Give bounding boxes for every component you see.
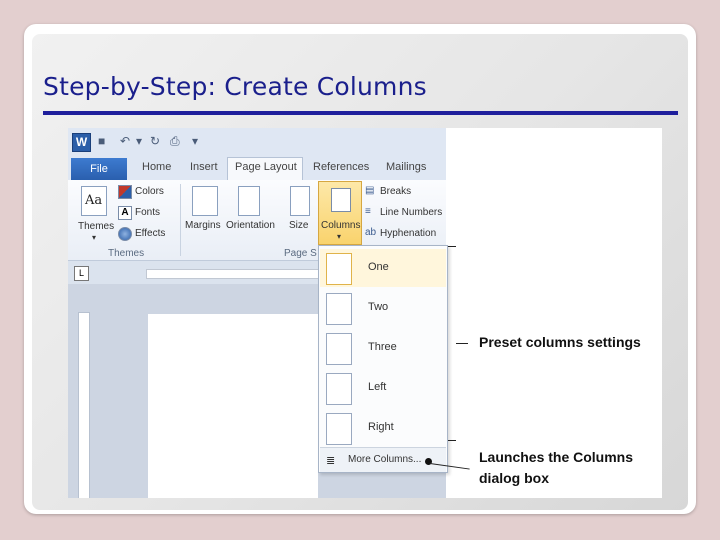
size-button[interactable]: Size bbox=[289, 220, 308, 231]
slide-title: Step-by-Step: Create Columns bbox=[43, 72, 427, 101]
page-setup-group-label: Page S bbox=[284, 248, 317, 259]
columns-option-right[interactable]: Right bbox=[320, 409, 446, 447]
columns-button[interactable]: Columns ▾ bbox=[318, 181, 362, 245]
option-label: Left bbox=[368, 381, 387, 393]
tab-page-layout[interactable]: Page Layout bbox=[235, 161, 297, 173]
line-numbers-icon: ≡ bbox=[365, 206, 371, 217]
themes-dropdown-icon[interactable]: ▾ bbox=[92, 233, 96, 242]
columns-option-three[interactable]: Three bbox=[320, 329, 446, 367]
preset-callout-line bbox=[456, 343, 468, 344]
tab-file[interactable]: File bbox=[71, 158, 127, 180]
size-icon[interactable] bbox=[290, 186, 310, 216]
launches-callout-line1: Launches the Columns bbox=[479, 449, 634, 465]
columns-option-two[interactable]: Two bbox=[320, 289, 446, 327]
tab-home[interactable]: Home bbox=[142, 161, 171, 173]
two-columns-icon bbox=[326, 293, 352, 325]
colors-button[interactable]: Colors bbox=[135, 186, 164, 197]
line-numbers-button[interactable]: Line Numbers bbox=[380, 207, 442, 218]
vertical-ruler[interactable] bbox=[78, 312, 90, 498]
print-preview-icon[interactable]: ⎙ bbox=[170, 134, 180, 149]
colors-icon bbox=[118, 185, 132, 199]
effects-button[interactable]: Effects bbox=[135, 228, 165, 239]
more-columns-label: More Columns... bbox=[348, 454, 422, 465]
effects-icon bbox=[118, 227, 132, 241]
columns-option-left[interactable]: Left bbox=[320, 369, 446, 407]
redo-icon[interactable]: ↻ bbox=[150, 134, 160, 148]
dropdown-arrow-icon[interactable]: ▾ bbox=[136, 134, 142, 148]
columns-option-one[interactable]: One bbox=[320, 249, 446, 287]
tab-insert[interactable]: Insert bbox=[190, 161, 218, 173]
tab-selector-icon[interactable]: L bbox=[74, 266, 89, 281]
breaks-icon: ▤ bbox=[365, 185, 375, 196]
hyphenation-button[interactable]: Hyphenation bbox=[380, 228, 436, 239]
more-columns-icon: ≣ bbox=[326, 455, 336, 467]
customize-toolbar-icon[interactable]: ▾ bbox=[192, 134, 198, 148]
option-label: Three bbox=[368, 341, 397, 353]
quick-access-toolbar: W ■ ↶ ▾ ↻ ⎙ ▾ bbox=[68, 128, 446, 156]
margins-icon[interactable] bbox=[192, 186, 218, 216]
orientation-icon[interactable] bbox=[238, 186, 260, 216]
word-logo-icon[interactable]: W bbox=[72, 133, 91, 152]
ribbon-tabs: File Home Insert Page Layout References … bbox=[68, 156, 446, 182]
group-divider bbox=[180, 184, 181, 256]
launches-callout-line2: dialog box bbox=[479, 470, 549, 486]
columns-icon bbox=[331, 188, 351, 212]
preset-callout: Preset columns settings bbox=[479, 334, 641, 350]
bracket-bottom-line bbox=[448, 440, 456, 441]
right-column-icon bbox=[326, 413, 352, 445]
title-underline bbox=[43, 111, 678, 115]
document-page[interactable] bbox=[148, 314, 318, 498]
option-label: Right bbox=[368, 421, 394, 433]
undo-icon[interactable]: ↶ bbox=[120, 134, 130, 148]
bracket-top-line bbox=[448, 246, 456, 247]
one-column-icon bbox=[326, 253, 352, 285]
left-column-icon bbox=[326, 373, 352, 405]
option-label: Two bbox=[368, 301, 389, 313]
option-label: One bbox=[368, 261, 389, 273]
three-columns-icon bbox=[326, 333, 352, 365]
tab-references[interactable]: References bbox=[313, 161, 369, 173]
themes-button-label[interactable]: Themes bbox=[78, 221, 114, 232]
tab-mailings[interactable]: Mailings bbox=[386, 161, 426, 173]
chevron-down-icon: ▾ bbox=[337, 232, 342, 241]
margins-button[interactable]: Margins bbox=[185, 220, 221, 231]
orientation-button[interactable]: Orientation bbox=[226, 220, 275, 231]
save-icon[interactable]: ■ bbox=[98, 134, 105, 148]
fonts-button[interactable]: Fonts bbox=[135, 207, 160, 218]
themes-group-label: Themes bbox=[108, 248, 145, 259]
columns-button-label: Columns bbox=[321, 220, 361, 231]
themes-glyph: Aa bbox=[85, 193, 103, 208]
columns-dropdown-menu: One Two Three Left Right ≣ More Columns.… bbox=[318, 245, 448, 473]
fonts-icon: A bbox=[118, 206, 132, 220]
breaks-button[interactable]: Breaks bbox=[380, 186, 411, 197]
word-screenshot: W ■ ↶ ▾ ↻ ⎙ ▾ File Home Insert Page Layo… bbox=[68, 128, 662, 498]
hyphenation-icon: ab bbox=[365, 227, 377, 238]
themes-icon[interactable]: Aa bbox=[81, 186, 107, 216]
